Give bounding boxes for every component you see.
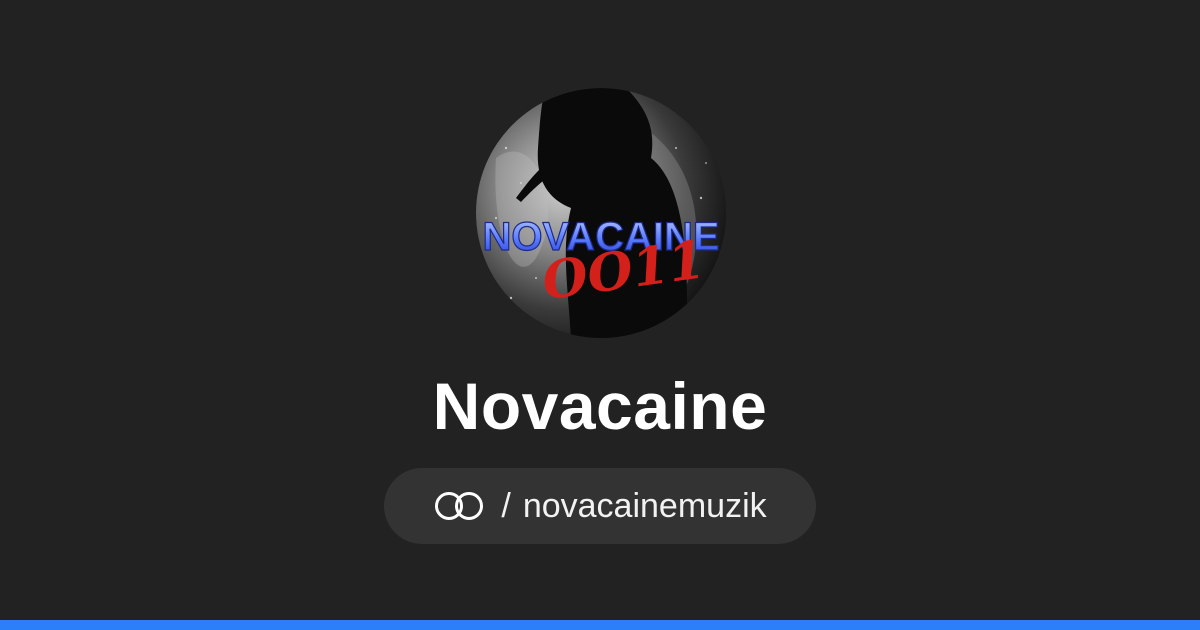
avatar: NOVACAINE OO11 (476, 88, 726, 338)
profile-card: NOVACAINE OO11 Novacaine / novacainemuzi… (0, 0, 1200, 630)
handle-separator: / (501, 487, 511, 525)
linked-rings-icon (435, 492, 484, 520)
handle-username: novacainemuzik (522, 487, 767, 525)
accent-bar (0, 620, 1200, 630)
profile-handle-link[interactable]: / novacainemuzik (384, 468, 816, 544)
avatar-image: NOVACAINE OO11 (476, 88, 726, 338)
profile-display-name: Novacaine (432, 369, 768, 443)
